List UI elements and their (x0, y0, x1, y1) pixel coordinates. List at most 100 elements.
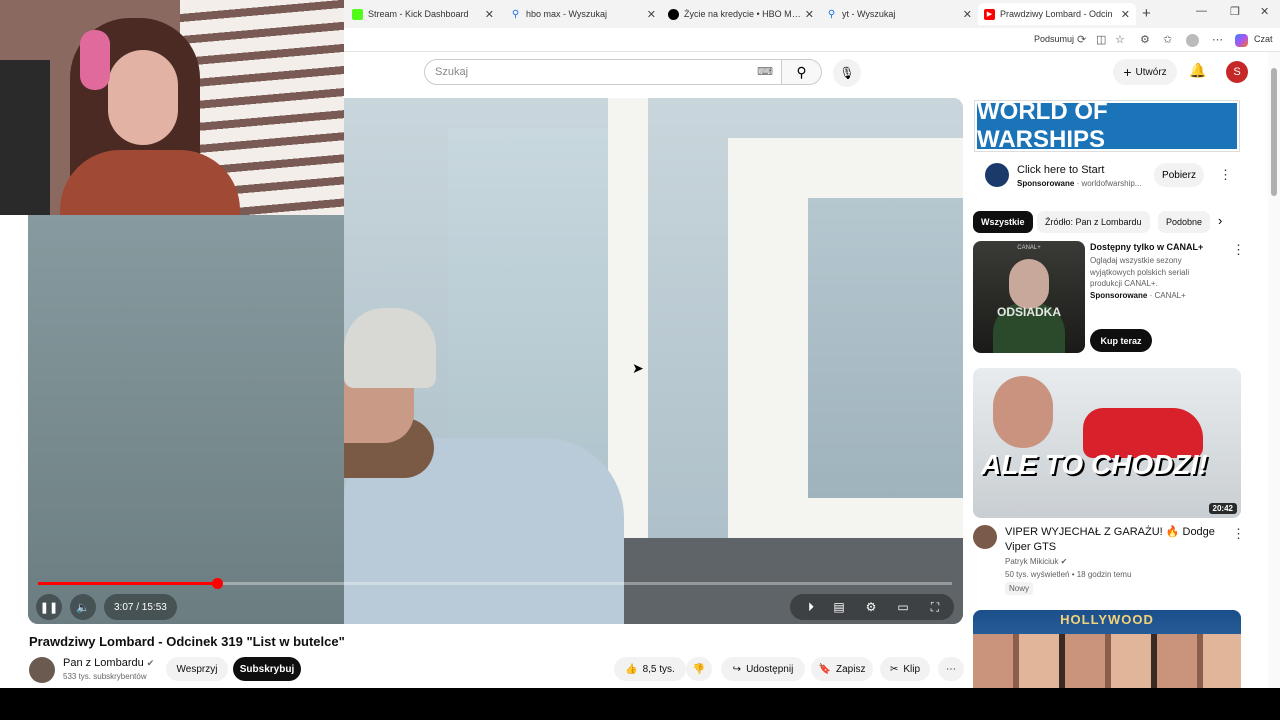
support-button[interactable]: Wesprzyj (166, 657, 228, 681)
copilot-icon[interactable] (1235, 34, 1248, 47)
close-tab-icon[interactable]: ✕ (963, 8, 972, 21)
chip-source[interactable]: Źródło: Pan z Lombardu (1037, 211, 1150, 233)
browser-tab[interactable]: ⚲ hbo max - Wyszukaj ✕ (504, 3, 662, 25)
browser-tab-active[interactable]: ▶ Prawdziwy Lombard - Odcin ✕ (978, 3, 1136, 25)
buy-now-button[interactable]: Kup teraz (1090, 329, 1152, 352)
progress-bar[interactable] (38, 578, 952, 589)
scrollbar-thumb[interactable] (1271, 68, 1277, 196)
close-tab-icon[interactable]: ✕ (1121, 8, 1130, 21)
page-scrollbar[interactable] (1268, 52, 1280, 688)
create-label: Utwórz (1135, 66, 1167, 78)
channel-avatar[interactable] (29, 657, 55, 683)
ad-banner[interactable]: WORLD OF WARSHIPS (974, 98, 1240, 153)
sponsored-label: Sponsorowane (1090, 291, 1148, 300)
restore-icon[interactable]: ❐ (1230, 5, 1240, 18)
bookmark-icon: 🔖 (818, 663, 831, 675)
share-button[interactable]: ↪ Udostępnij (721, 657, 805, 681)
ad-download-button[interactable]: Pobierz (1154, 163, 1204, 187)
thumb-text: ALE TO CHODZI! (981, 449, 1208, 480)
keyboard-icon[interactable]: ⌨ (757, 65, 773, 78)
promo-title[interactable]: Dostępny tylko w CANAL+ (1090, 242, 1203, 252)
microphone-icon: 🎙 (839, 66, 855, 80)
search-button[interactable]: ⚲ (782, 59, 822, 85)
create-button[interactable]: + Utwórz (1113, 59, 1177, 85)
summarize-button[interactable]: Podsumuj (1034, 34, 1074, 44)
mouse-cursor-icon: ➤ (632, 360, 644, 376)
youtube-favicon-icon: ▶ (984, 8, 995, 20)
save-label: Zapisz (836, 663, 866, 675)
channel-name[interactable]: Pan z Lombardu ✔ (63, 657, 154, 669)
close-tab-icon[interactable]: ✕ (485, 8, 494, 21)
browser-tab[interactable]: Życie na kredycie • HBO Max ✕ (662, 3, 820, 25)
tab-title: hbo max - Wyszukaj (526, 9, 607, 19)
favorite-star-icon[interactable]: ☆ (1115, 33, 1125, 46)
volume-button[interactable]: 🔈 (70, 594, 96, 620)
ad-cta-title[interactable]: Click here to Start (1017, 164, 1104, 176)
chat-button[interactable]: Czat (1254, 34, 1273, 44)
promo-description: Oglądaj wszystkie sezony wyjątkowych pol… (1090, 256, 1190, 288)
minimize-icon[interactable]: — (1196, 5, 1207, 17)
chip-all[interactable]: Wszystkie (973, 211, 1033, 233)
ad-domain: worldofwarship... (1081, 179, 1142, 188)
video-thumbnail[interactable]: HOLLYWOOD (973, 610, 1241, 688)
webcam-overlay (0, 0, 344, 215)
autoplay-icon: ⏵ (807, 599, 814, 614)
gear-icon: ⚙ (865, 600, 877, 614)
notifications-bell-icon[interactable]: 🔔 (1189, 62, 1206, 79)
person (344, 308, 624, 624)
channel-avatar[interactable] (973, 525, 997, 549)
channel-name[interactable]: Patryk Mikiciuk ✔ (1005, 557, 1067, 566)
thumb-figure-face (1009, 259, 1049, 309)
thumb-title: ODSIADKA (996, 305, 1061, 319)
dislike-button[interactable]: 👎 (686, 657, 712, 681)
browser-tab[interactable]: ⚲ yt - Wyszukaj ✕ (820, 3, 978, 25)
voice-search-button[interactable]: 🎙 (833, 59, 861, 87)
thumb-face (993, 376, 1053, 448)
hat (344, 308, 436, 388)
clip-label: Klip (903, 663, 921, 675)
chip-similar[interactable]: Podobne (1158, 211, 1210, 233)
pause-button[interactable]: ❚❚ (36, 594, 62, 620)
ad-menu-icon[interactable]: ⋮ (1219, 167, 1232, 183)
autoplay-toggle[interactable]: ⏵ (798, 594, 824, 620)
settings-button[interactable]: ⚙ (858, 594, 884, 620)
close-tab-icon[interactable]: ✕ (647, 8, 656, 21)
extensions-icon[interactable]: ⚙ (1140, 33, 1150, 46)
video-title: Prawdziwy Lombard - Odcinek 319 "List w … (29, 634, 345, 649)
new-tab-icon[interactable]: + (1142, 5, 1151, 22)
fullscreen-button[interactable]: ⛶ (922, 594, 948, 620)
chevron-right-icon[interactable]: › (1218, 213, 1222, 228)
video-menu-icon[interactable]: ⋮ (1232, 526, 1245, 542)
more-actions-button[interactable]: ⋯ (938, 657, 964, 681)
close-window-icon[interactable]: ✕ (1260, 5, 1269, 18)
split-screen-icon[interactable]: ◫ (1096, 33, 1106, 46)
subtitles-button[interactable]: ▤ (826, 594, 852, 620)
hbo-favicon-icon (668, 8, 679, 20)
promo-menu-icon[interactable]: ⋮ (1232, 242, 1245, 258)
profile-icon[interactable] (1186, 34, 1199, 47)
close-tab-icon[interactable]: ✕ (805, 8, 814, 21)
search-input[interactable] (425, 60, 725, 84)
sponsored-label: Sponsorowane (1017, 179, 1075, 188)
clip-button[interactable]: ✂ Klip (880, 657, 930, 681)
subscribe-button[interactable]: Subskrybuj (233, 657, 301, 681)
save-button[interactable]: 🔖 Zapisz (811, 657, 873, 681)
theater-mode-button[interactable]: ▭ (890, 594, 916, 620)
fullscreen-icon: ⛶ (930, 599, 940, 614)
streamer-face (108, 50, 178, 145)
thumb-text: HOLLYWOOD (1060, 612, 1154, 627)
account-avatar[interactable]: S (1226, 61, 1248, 83)
video-thumbnail[interactable]: ALE TO CHODZI! 20:42 (973, 368, 1241, 518)
more-menu-icon[interactable]: ⋯ (1212, 33, 1223, 46)
video-title[interactable]: VIPER WYJECHAŁ Z GARAŻU! 🔥 Dodge Viper G… (1005, 525, 1220, 555)
like-button[interactable]: 👍 8,5 tys. (614, 657, 686, 681)
window-glass (808, 198, 963, 498)
favorites-icon[interactable]: ✩ (1163, 33, 1172, 46)
thumb-brand: CANAL+ (1017, 245, 1041, 251)
browser-tab[interactable]: Stream - Kick Dashboard ✕ (346, 3, 500, 25)
channel-name-text: Pan z Lombardu (63, 657, 144, 669)
thumb-faces (973, 634, 1241, 688)
channel-name-text: Patryk Mikiciuk (1005, 557, 1059, 566)
canal-thumbnail[interactable]: CANAL+ ODSIADKA (973, 241, 1085, 353)
read-aloud-icon[interactable]: ⟳ (1077, 33, 1086, 46)
